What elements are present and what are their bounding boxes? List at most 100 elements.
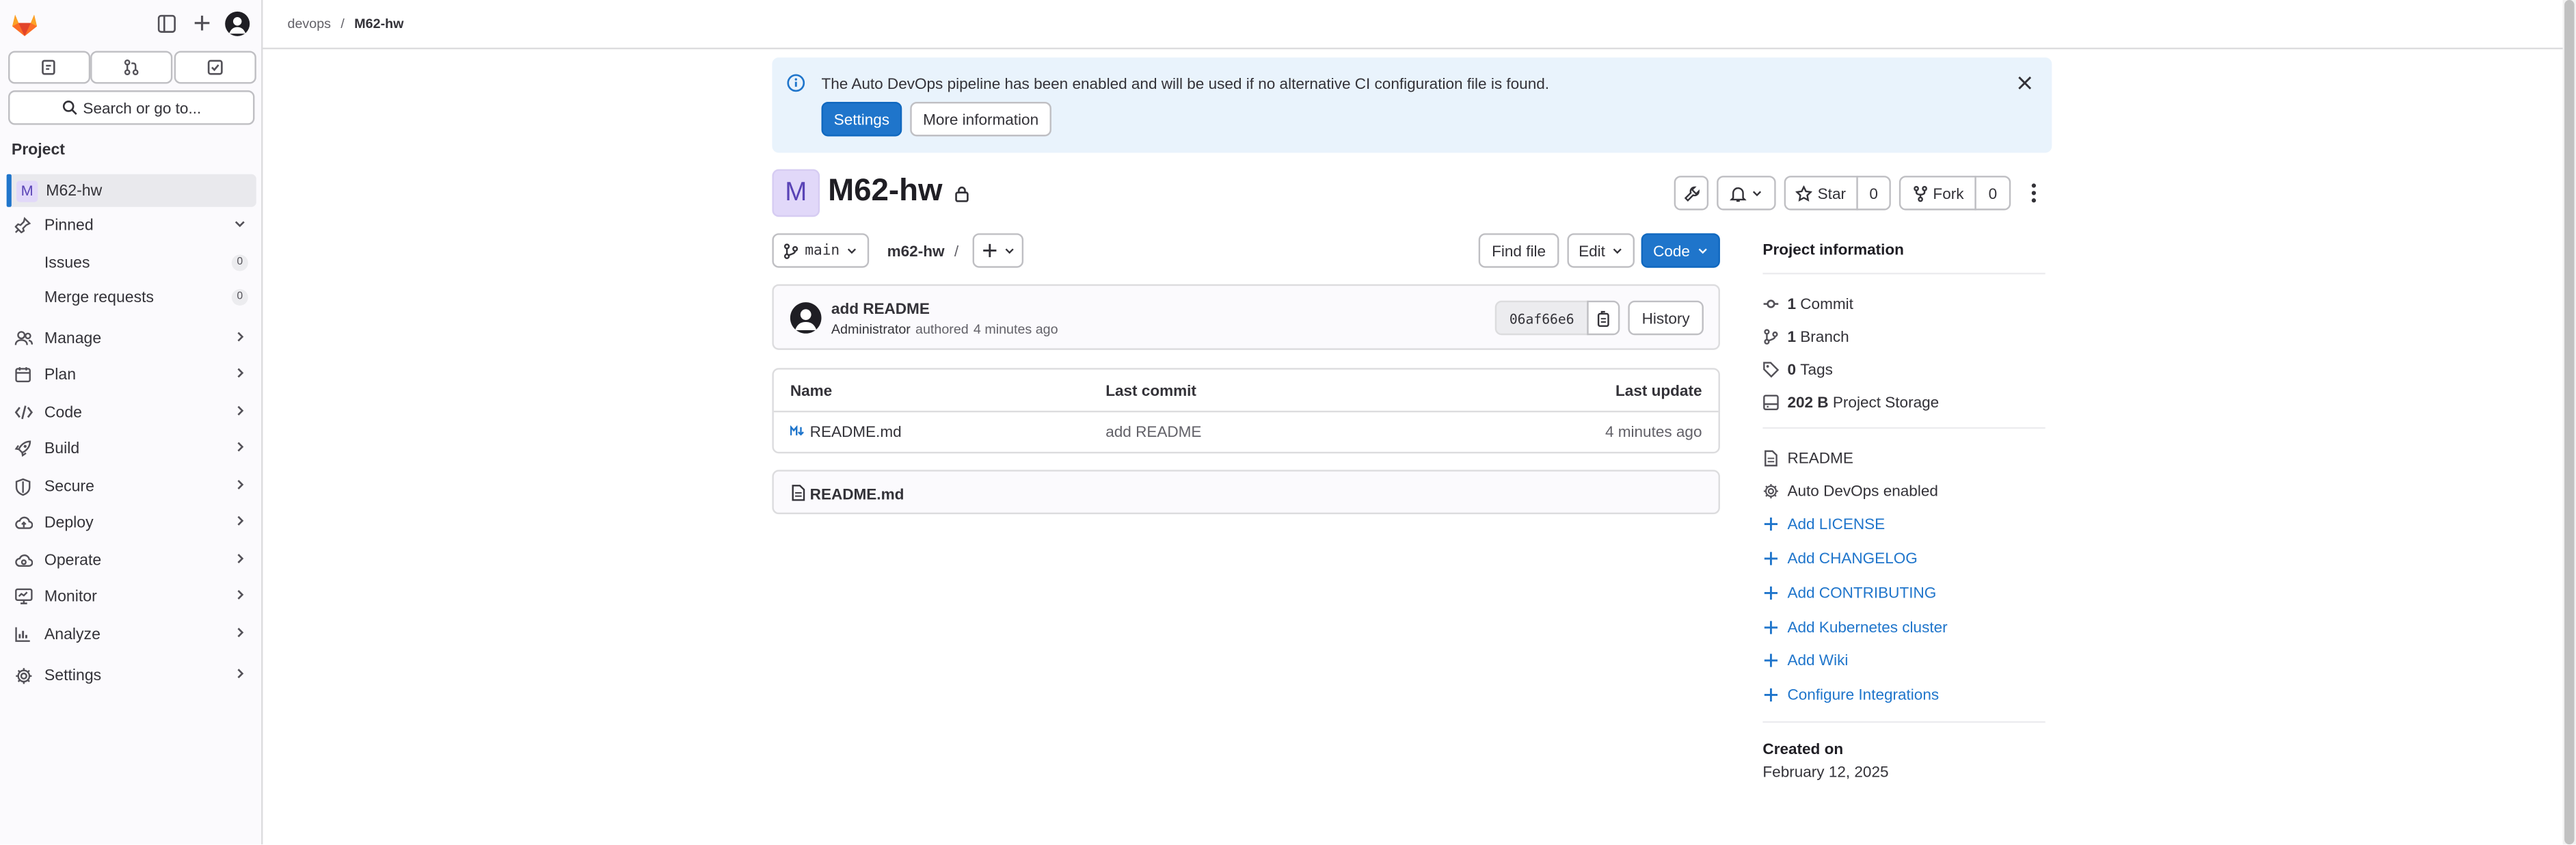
sidebar-item-label: Operate xyxy=(44,551,102,569)
sidebar-pinned[interactable]: Pinned xyxy=(8,209,256,241)
alert-settings-button[interactable]: Settings xyxy=(821,101,902,137)
file-name-link[interactable]: README.md xyxy=(810,422,902,440)
sidebar-item-label: Secure xyxy=(44,477,94,496)
merge-requests-shortcut-button[interactable] xyxy=(90,51,173,84)
chevron-right-icon xyxy=(237,589,244,600)
project-title: M62-hw xyxy=(828,174,943,209)
sidebar-item-label: Analyze xyxy=(44,625,100,643)
sidebar-project[interactable]: M M62-hw xyxy=(6,174,256,207)
sidebar-item-merge-requests[interactable]: Merge requests 0 xyxy=(8,281,256,314)
new-item-icon[interactable] xyxy=(194,15,211,31)
more-information-button[interactable]: More information xyxy=(910,101,1051,137)
shield-icon xyxy=(12,477,35,496)
commit-sha[interactable]: 06af66e6 xyxy=(1494,300,1589,336)
plus-icon xyxy=(1764,620,1778,634)
info-icon xyxy=(787,74,805,92)
storage-icon xyxy=(1763,394,1779,410)
branch-selector[interactable]: main xyxy=(772,233,870,268)
commit-author-link[interactable]: Administrator xyxy=(831,322,911,337)
sidebar-item-operate[interactable]: Operate xyxy=(8,544,256,576)
fork-button[interactable]: Fork xyxy=(1899,176,1976,211)
todos-shortcut-button[interactable] xyxy=(174,51,256,84)
edit-dropdown[interactable]: Edit xyxy=(1567,233,1635,268)
add-kubernetes-cluster-link[interactable]: Add Kubernetes cluster xyxy=(1762,618,1948,636)
toggle-sidebar-icon[interactable] xyxy=(157,14,176,33)
created-label: Created on xyxy=(1762,739,1844,757)
commit-message-link[interactable]: add README xyxy=(831,299,930,317)
commit-action: authored xyxy=(915,321,969,337)
alert-message: The Auto DevOps pipeline has been enable… xyxy=(821,74,1550,92)
repo-path-root[interactable]: m62-hw xyxy=(887,241,945,259)
sidebar-item-manage[interactable]: Manage xyxy=(8,322,256,355)
breadcrumb-project-link[interactable]: M62-hw xyxy=(354,16,403,31)
file-commit-link[interactable]: add README xyxy=(1105,422,1201,440)
issues-shortcut-button[interactable] xyxy=(8,51,91,84)
gitlab-logo-icon[interactable] xyxy=(12,12,38,36)
sidebar-item-code[interactable]: Code xyxy=(8,396,256,429)
sidebar-item-plan[interactable]: Plan xyxy=(8,358,256,391)
divider xyxy=(1762,427,2045,429)
add-changelog-link[interactable]: Add CHANGELOG xyxy=(1762,549,1918,567)
add-to-tree-dropdown[interactable] xyxy=(972,233,1024,268)
fork-label: Fork xyxy=(1933,184,1964,202)
add-contributing-link[interactable]: Add CONTRIBUTING xyxy=(1762,583,1936,601)
chevron-down-icon xyxy=(1698,248,1707,254)
chart-icon xyxy=(12,626,35,643)
cloud-icon xyxy=(12,514,35,531)
sidebar-item-settings[interactable]: Settings xyxy=(8,659,256,692)
project-info-heading: Project information xyxy=(1762,239,1904,258)
add-license-label: Add LICENSE xyxy=(1787,514,1886,533)
readme-link[interactable]: README xyxy=(1762,448,1853,466)
divider xyxy=(1762,721,2045,723)
users-icon xyxy=(12,330,35,347)
sidebar-item-label: Settings xyxy=(44,666,102,684)
file-table: Name Last commit Last update README.md a… xyxy=(772,368,1720,454)
sidebar-item-deploy[interactable]: Deploy xyxy=(8,506,256,539)
search-button[interactable]: Search or go to... xyxy=(8,90,255,125)
issues-count-badge: 0 xyxy=(231,254,248,271)
find-file-button[interactable]: Find file xyxy=(1478,233,1559,268)
copy-icon xyxy=(1596,310,1609,326)
add-wiki-link[interactable]: Add Wiki xyxy=(1762,651,1848,669)
readme-title-link[interactable]: README.md xyxy=(810,485,904,502)
sidebar-item-build[interactable]: Build xyxy=(8,432,256,465)
todo-icon xyxy=(207,59,223,75)
project-avatar: M xyxy=(772,169,820,217)
star-count[interactable]: 0 xyxy=(1856,176,1891,211)
stat-tags[interactable]: 0 Tags xyxy=(1762,360,1833,378)
configure-integrations-link[interactable]: Configure Integrations xyxy=(1762,685,1939,703)
copy-sha-button[interactable] xyxy=(1587,300,1620,336)
user-avatar[interactable] xyxy=(225,11,250,36)
storage-size: 202 B xyxy=(1787,392,1829,411)
file-updated: 4 minutes ago xyxy=(1605,422,1702,441)
sidebar-item-issues[interactable]: Issues 0 xyxy=(8,246,256,279)
code-dropdown[interactable]: Code xyxy=(1641,233,1720,268)
plus-icon xyxy=(1764,585,1778,599)
last-update-header: Last update xyxy=(1615,381,1702,399)
commit-author-avatar[interactable] xyxy=(790,302,822,334)
scrollbar[interactable] xyxy=(2562,0,2576,845)
star-button[interactable]: Star xyxy=(1784,176,1858,211)
close-icon[interactable] xyxy=(2017,76,2032,91)
notifications-dropdown[interactable] xyxy=(1717,176,1776,211)
sidebar-item-analyze[interactable]: Analyze xyxy=(8,618,256,651)
readme-link-label: README xyxy=(1787,448,1853,467)
history-button[interactable]: History xyxy=(1628,300,1704,336)
auto-devops-link[interactable]: Auto DevOps enabled xyxy=(1762,481,1938,500)
fork-count[interactable]: 0 xyxy=(1974,176,2011,211)
sidebar-project-label: M62-hw xyxy=(46,181,103,200)
sidebar-item-secure[interactable]: Secure xyxy=(8,470,256,502)
breadcrumb-group-link[interactable]: devops xyxy=(288,16,331,31)
add-license-link[interactable]: Add LICENSE xyxy=(1762,514,1886,533)
star-label: Star xyxy=(1817,184,1846,202)
sidebar-item-monitor[interactable]: Monitor xyxy=(8,580,256,613)
stat-branches[interactable]: 1 Branch xyxy=(1762,327,1849,345)
sidebar-item-label: Monitor xyxy=(44,587,97,606)
stat-storage[interactable]: 202 B Project Storage xyxy=(1762,392,1939,411)
admin-button[interactable] xyxy=(1674,176,1709,211)
stat-commits[interactable]: 1 Commit xyxy=(1762,294,1853,312)
more-actions-icon[interactable] xyxy=(2029,183,2039,204)
merge-requests-count-badge: 0 xyxy=(231,289,248,306)
configure-integrations-label: Configure Integrations xyxy=(1787,685,1940,703)
table-row[interactable]: README.md add README 4 minutes ago xyxy=(774,412,1719,452)
